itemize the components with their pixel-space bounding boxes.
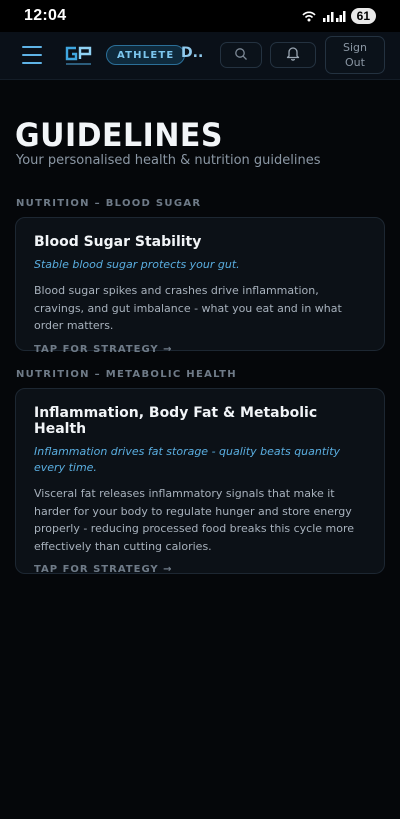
card-tagline: Inflammation drives fat storage - qualit… — [34, 445, 341, 474]
tap-for-strategy-link[interactable]: TAP FOR STRATEGY → — [34, 564, 366, 575]
guideline-card-blood-sugar[interactable]: Blood Sugar Stability Stable blood sugar… — [15, 217, 385, 355]
signal-icon — [322, 9, 346, 23]
card-title: Inflammation, Body Fat & Metabolic Healt… — [34, 405, 318, 437]
section-label-metabolic-health: NUTRITION – METABOLIC HEALTH — [16, 369, 237, 380]
card-body: Visceral fat releases inflammatory signa… — [34, 487, 355, 553]
sign-out-button[interactable]: Sign Out — [325, 36, 385, 74]
app-header: ATHLETE D... Sign Out — [0, 32, 400, 80]
battery-icon: 61 — [350, 8, 376, 24]
hotspot-icon — [301, 9, 317, 23]
status-time: 12:04 — [24, 7, 67, 24]
card-body: Blood sugar spikes and crashes drive inf… — [34, 284, 342, 332]
page-subtitle: Your personalised health & nutrition gui… — [16, 153, 321, 168]
card-title: Blood Sugar Stability — [34, 234, 202, 250]
section-label-blood-sugar: NUTRITION – BLOOD SUGAR — [16, 198, 202, 209]
card-tagline: Stable blood sugar protects your gut. — [34, 258, 240, 271]
notifications-button[interactable] — [270, 42, 316, 68]
role-badge: ATHLETE — [106, 45, 186, 65]
gp-logo-icon[interactable] — [64, 44, 94, 68]
hamburger-menu-icon[interactable] — [22, 46, 42, 64]
status-bar: 12:04 61 — [0, 0, 400, 32]
tap-for-strategy-link[interactable]: TAP FOR STRATEGY → — [34, 344, 366, 355]
page-title: GUIDELINES — [15, 117, 224, 155]
bell-icon — [285, 45, 301, 65]
guideline-card-metabolic-health[interactable]: Inflammation, Body Fat & Metabolic Healt… — [15, 388, 385, 575]
status-icons: 61 — [301, 8, 376, 24]
app-title: D... — [181, 45, 203, 61]
search-button[interactable] — [220, 42, 262, 68]
search-icon — [234, 46, 248, 65]
